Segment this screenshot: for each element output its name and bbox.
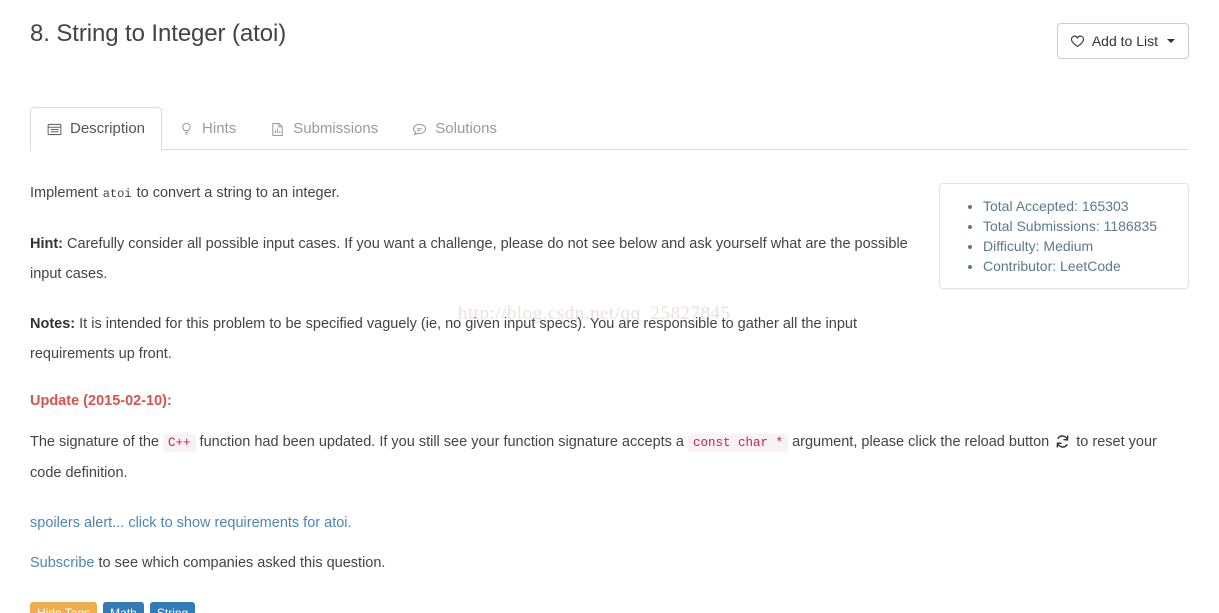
notes-label: Notes: xyxy=(30,316,76,332)
tab-hints[interactable]: Hints xyxy=(162,107,253,150)
page-title: 8. String to Integer (atoi) xyxy=(30,20,287,47)
spoilers-paragraph: spoilers alert... click to show requirem… xyxy=(30,508,1170,538)
update-paragraph: The signature of the C++ function had be… xyxy=(30,427,1170,488)
subscribe-paragraph: Subscribe to see which companies asked t… xyxy=(30,548,1170,578)
lightbulb-icon xyxy=(179,122,194,137)
tab-label: Solutions xyxy=(435,120,497,137)
intro-text-before: Implement xyxy=(30,185,102,201)
notes-text: It is intended for this problem to be sp… xyxy=(30,316,857,362)
spoilers-alert-link[interactable]: spoilers alert... click to show requirem… xyxy=(30,515,352,531)
subscribe-link[interactable]: Subscribe xyxy=(30,555,94,571)
stat-total-accepted: Total Accepted: 165303 xyxy=(983,196,1178,216)
tags-section: Hide Tags Math String Hide Similar Probl… xyxy=(30,602,1189,613)
intro-text-after: to convert a string to an integer. xyxy=(132,185,340,201)
problem-page: 8. String to Integer (atoi) Add to List xyxy=(0,0,1219,613)
update-text-2: function had been updated. If you still … xyxy=(195,434,689,450)
add-to-list-button[interactable]: Add to List xyxy=(1056,23,1189,59)
tab-label: Description xyxy=(70,120,146,137)
cpp-code: C++ xyxy=(163,434,196,452)
subscribe-rest-text: to see which companies asked this questi… xyxy=(94,555,386,571)
problem-content: Total Accepted: 165303 Total Submissions… xyxy=(30,178,1189,613)
atoi-code: atoi xyxy=(102,187,132,201)
update-body: The signature of the C++ function had be… xyxy=(30,427,1170,578)
tab-submissions[interactable]: Submissions xyxy=(253,107,395,150)
description-hint: Hint: Carefully consider all possible in… xyxy=(30,229,920,289)
comment-bubble-icon xyxy=(412,122,427,137)
tab-description[interactable]: Description xyxy=(30,107,163,151)
update-text-3: argument, please click the reload button xyxy=(788,434,1054,450)
tab-label: Submissions xyxy=(293,120,379,137)
tag-math[interactable]: Math xyxy=(103,602,144,613)
tab-solutions[interactable]: Solutions xyxy=(395,107,514,150)
tags-row: Hide Tags Math String xyxy=(30,602,1189,613)
hint-text: Carefully consider all possible input ca… xyxy=(30,236,908,282)
tab-bar: Description Hints Submissions Solutions xyxy=(30,106,1189,151)
add-to-list-label: Add to List xyxy=(1091,33,1158,49)
reload-icon xyxy=(1055,434,1070,449)
window-list-icon xyxy=(47,122,62,137)
problem-description-body: Implement atoi to convert a string to an… xyxy=(30,178,920,369)
heart-outline-icon xyxy=(1070,34,1085,49)
page-header: 8. String to Integer (atoi) Add to List xyxy=(30,0,1189,59)
update-text-1: The signature of the xyxy=(30,434,163,450)
hide-tags-button[interactable]: Hide Tags xyxy=(30,602,98,613)
update-heading: Update (2015-02-10): xyxy=(30,393,172,409)
tag-string[interactable]: String xyxy=(149,602,196,613)
stat-total-submissions: Total Submissions: 1186835 xyxy=(983,216,1178,236)
stat-contributor: Contributor: LeetCode xyxy=(983,256,1178,276)
file-chart-icon xyxy=(270,122,285,137)
const-char-pointer-code: const char * xyxy=(688,434,789,452)
description-notes: Notes: It is intended for this problem t… xyxy=(30,309,920,369)
description-intro: Implement atoi to convert a string to an… xyxy=(30,178,920,209)
caret-down-icon xyxy=(1167,39,1175,43)
problem-stats-card: Total Accepted: 165303 Total Submissions… xyxy=(939,183,1189,289)
stat-difficulty: Difficulty: Medium xyxy=(983,236,1178,256)
tab-label: Hints xyxy=(202,120,237,137)
hint-label: Hint: xyxy=(30,236,64,252)
